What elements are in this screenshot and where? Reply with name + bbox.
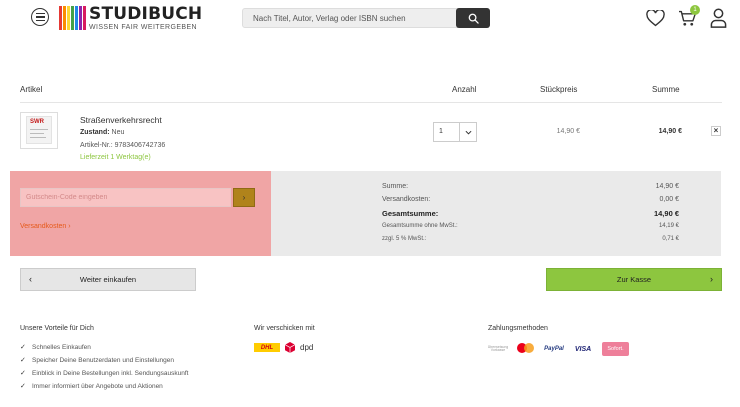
mastercard-logo — [516, 342, 536, 356]
dhl-logo: DHL — [254, 343, 280, 352]
unit-price: 14,90 € — [556, 128, 580, 135]
remove-item-button[interactable]: × — [711, 126, 721, 136]
visa-logo: VISA — [574, 345, 592, 353]
column-header-unit-price: Stückpreis — [540, 85, 578, 94]
summary-label: Versandkosten: — [382, 196, 431, 203]
logo-stripe — [67, 6, 70, 30]
summary-row-total: Gesamtsumme: 14,90 € — [382, 209, 679, 218]
column-header-sum: Summe — [652, 85, 680, 94]
coupon-section — [10, 171, 271, 256]
menu-icon[interactable] — [31, 8, 49, 26]
chevron-left-icon: ‹ — [29, 274, 32, 284]
logo-stripe — [71, 6, 74, 30]
column-header-quantity: Anzahl — [452, 85, 477, 94]
dpd-logo-icon — [285, 342, 295, 353]
product-condition: Zustand: Neu — [80, 129, 124, 136]
cover-publisher-logo: SWR — [30, 119, 44, 125]
site-header: STUDIBUCH WISSEN FAIR WEITERGEBEN 1 — [0, 0, 740, 36]
quantity-select[interactable]: 1 — [433, 122, 477, 142]
logo-stripe — [83, 6, 86, 30]
payment-title: Zahlungsmethoden — [488, 325, 548, 332]
check-icon: ✓ — [20, 344, 26, 351]
checkout-button[interactable]: Zur Kasse › — [546, 268, 722, 291]
benefit-item: ✓ Speicher Deine Benutzerdaten und Einste… — [20, 356, 174, 364]
summary-label: zzgl. 5 % MwSt.: — [382, 236, 427, 242]
logo-stripes — [59, 6, 86, 30]
summary-label: Gesamtsumme: — [382, 209, 439, 218]
column-header-article: Artikel — [20, 85, 43, 94]
logo-title: STUDIBUCH — [89, 3, 203, 24]
delivery-time: Lieferzeit 1 Werktag(e) — [80, 154, 151, 161]
benefit-item: ✓ Einblick in Deine Bestellungen inkl. Se… — [20, 369, 188, 377]
benefit-text: Immer informiert über Angebote und Aktio… — [32, 383, 163, 390]
logo-stripe — [75, 6, 78, 30]
summary-value: 14,19 € — [658, 223, 679, 229]
dpd-logo: dpd — [300, 343, 314, 352]
benefit-item: ✓ Immer informiert über Angebote und Akti… — [20, 382, 163, 390]
paypal-logo: PayPal — [544, 346, 564, 352]
logo-stripe — [59, 6, 62, 30]
condition-label: Zustand: — [80, 129, 110, 136]
search-bar — [242, 8, 490, 28]
condition-value: Neu — [111, 129, 125, 136]
summary-value: 0,00 € — [659, 196, 679, 203]
shipping-logos: DHL dpd — [254, 342, 313, 353]
studibuch-logo[interactable]: STUDIBUCH WISSEN FAIR WEITERGEBEN — [59, 5, 202, 31]
summary-row-subtotal: Summe: 14,90 € — [382, 183, 679, 190]
checkout-label: Zur Kasse — [616, 275, 652, 284]
summary-label: Summe: — [382, 183, 409, 190]
row-total: 14,90 € — [658, 128, 682, 135]
product-cover-image[interactable]: SWR — [20, 112, 58, 149]
benefit-text: Einblick in Deine Bestellungen inkl. Sen… — [32, 370, 189, 377]
check-icon: ✓ — [20, 383, 26, 390]
summary-row-net: Gesamtsumme ohne MwSt.: 14,19 € — [382, 223, 679, 229]
search-icon — [468, 13, 479, 24]
sofort-logo: Sofort. — [602, 342, 629, 356]
user-icon — [710, 8, 726, 28]
mastercard-circle-orange — [524, 343, 534, 353]
continue-shopping-label: Weiter einkaufen — [79, 275, 137, 284]
logo-stripe — [63, 6, 66, 30]
product-article-number: Artikel-Nr.: 9783406742736 — [80, 142, 166, 149]
search-input[interactable] — [243, 9, 457, 27]
cart-button[interactable]: 1 — [677, 5, 700, 28]
summary-row-shipping: Versandkosten: 0,00 € — [382, 196, 679, 203]
summary-value: 14,90 € — [653, 209, 679, 218]
check-icon: ✓ — [20, 357, 26, 364]
bank-transfer-logo: Überweisung Vorkasse — [487, 344, 509, 352]
heart-icon — [645, 9, 665, 26]
benefit-text: Schnelles Einkaufen — [32, 344, 91, 351]
continue-shopping-button[interactable]: ‹ Weiter einkaufen — [20, 268, 196, 291]
summary-row-vat: zzgl. 5 % MwSt.: 0,71 € — [382, 236, 679, 242]
chevron-down-icon — [459, 123, 476, 141]
logo-subtitle: WISSEN FAIR WEITERGEBEN — [89, 23, 197, 31]
payment-logos: Überweisung Vorkasse PayPal VISA Sofort. — [488, 342, 629, 356]
benefits-title: Unsere Vorteile für Dich — [20, 325, 94, 332]
chevron-right-icon: › — [710, 274, 713, 284]
product-title[interactable]: Straßenverkehrsrecht — [80, 115, 162, 125]
account-button[interactable] — [708, 8, 728, 28]
benefit-text: Speicher Deine Benutzerdaten und Einstel… — [32, 357, 175, 364]
benefit-item: ✓ Schnelles Einkaufen — [20, 343, 91, 351]
summary-value: 14,90 € — [655, 183, 679, 190]
shipping-costs-link[interactable]: Versandkosten › — [20, 223, 71, 230]
quantity-value: 1 — [439, 128, 443, 135]
logo-stripe — [79, 6, 82, 30]
coupon-input[interactable] — [20, 188, 231, 207]
shipping-title: Wir verschicken mit — [254, 325, 315, 332]
table-divider — [20, 102, 722, 103]
summary-label: Gesamtsumme ohne MwSt.: — [382, 223, 458, 229]
coupon-submit-button[interactable]: › — [233, 188, 255, 207]
summary-value: 0,71 € — [662, 236, 679, 242]
wishlist-button[interactable] — [645, 8, 665, 28]
cart-count-badge: 1 — [690, 5, 700, 15]
search-button[interactable] — [456, 8, 490, 28]
check-icon: ✓ — [20, 370, 26, 377]
